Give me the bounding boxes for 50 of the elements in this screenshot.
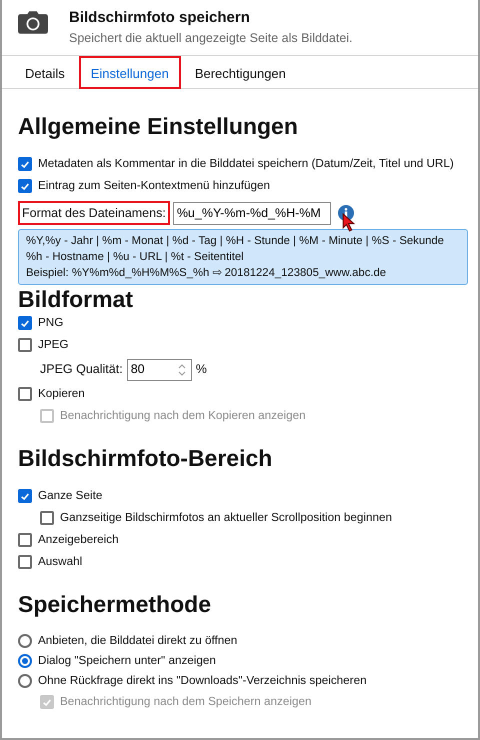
field-label: Format des Dateinamens: bbox=[18, 200, 170, 226]
extension-title: Bildschirmfoto speichern bbox=[69, 8, 251, 28]
checkbox[interactable] bbox=[18, 387, 32, 401]
radio-label: Dialog "Speichern unter" anzeigen bbox=[38, 653, 216, 670]
tooltip-text: %h - Hostname | %u - URL | %t - Seitentitel bbox=[26, 250, 245, 265]
checkbox-label: Auswahl bbox=[38, 554, 82, 570]
tab[interactable]: Berechtigungen bbox=[182, 56, 298, 89]
checkbox[interactable] bbox=[18, 338, 32, 352]
field-label: JPEG Qualität: bbox=[40, 361, 123, 378]
checkbox-label: Ganze Seite bbox=[38, 488, 102, 504]
checkbox-label: Ganzseitige Bildschirmfotos an aktueller Scrollposition beginnen bbox=[60, 510, 392, 526]
checkmark-icon bbox=[20, 158, 30, 170]
radio-button[interactable] bbox=[18, 654, 32, 668]
checkbox[interactable] bbox=[18, 157, 32, 171]
checkbox[interactable] bbox=[18, 533, 32, 547]
section-heading: Allgemeine Einstellungen bbox=[18, 113, 299, 139]
camera-icon bbox=[18, 11, 48, 34]
checkbox-label: Eintrag zum Seiten-Kontextmenü hinzufügen bbox=[38, 178, 270, 194]
checkmark-icon bbox=[20, 490, 30, 502]
section-heading: Bildformat bbox=[18, 286, 134, 312]
tooltip-text: %Y,%y - Jahr | %m - Monat | %d - Tag | %H - Stunde | %M - Minute | %S - Sekunde bbox=[26, 234, 445, 249]
checkbox[interactable] bbox=[18, 179, 32, 193]
checkmark-icon bbox=[20, 180, 30, 192]
tooltip-text: Beispiel: %Y%m%d_%H%M%S_%h ⇨ 20181224_123805_www.abc.de bbox=[26, 266, 388, 281]
checkbox-label: Kopieren bbox=[38, 386, 85, 402]
section-heading: Speichermethode bbox=[18, 591, 212, 617]
radio-button[interactable] bbox=[18, 634, 32, 648]
checkmark-icon bbox=[42, 696, 52, 708]
radio-button[interactable] bbox=[18, 674, 32, 688]
extension-description: Speichert die aktuell angezeigte Seite als Bilddatei. bbox=[69, 30, 353, 47]
mouse-cursor-icon bbox=[342, 213, 355, 232]
checkbox[interactable] bbox=[18, 316, 32, 330]
checkbox-label: Anzeigebereich bbox=[38, 532, 119, 548]
section-heading: Bildschirmfoto-Bereich bbox=[18, 445, 274, 471]
radio-label: Anbieten, die Bilddatei direkt zu öffnen bbox=[38, 633, 238, 650]
checkbox-label: Benachrichtigung nach dem Kopieren anzeigen bbox=[60, 408, 306, 424]
filename-field[interactable]: %u_%Y-%m-%d_%H-%M bbox=[172, 202, 331, 224]
radio-label: Ohne Rückfrage direkt ins "Downloads"-Verzeichnis speicheren bbox=[38, 673, 367, 690]
checkbox[interactable] bbox=[18, 555, 32, 569]
number-field[interactable]: 80 bbox=[126, 358, 192, 380]
checkbox-label: JPEG bbox=[38, 337, 69, 354]
tab[interactable]: Details bbox=[13, 56, 77, 89]
checkmark-icon bbox=[20, 318, 30, 328]
unit-label: % bbox=[196, 361, 207, 378]
checkbox[interactable] bbox=[40, 511, 54, 525]
checkbox-label: PNG bbox=[38, 315, 64, 332]
checkbox-label: Metadaten als Kommentar in die Bilddatei speichern (Datum/Zeit, Titel und URL) bbox=[38, 156, 454, 172]
tab[interactable]: Einstellungen bbox=[78, 56, 181, 89]
checkbox-label: Benachrichtigung nach dem Speichern anzeigen bbox=[60, 694, 312, 710]
checkbox[interactable] bbox=[18, 489, 32, 503]
